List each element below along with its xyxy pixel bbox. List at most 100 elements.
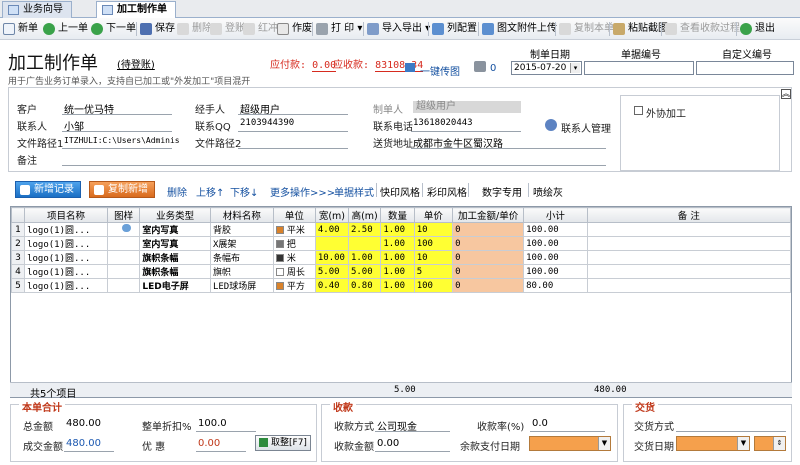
height-cell[interactable] [347,236,382,251]
add-record-button[interactable]: 新增记录 [15,181,81,198]
sample-cell[interactable] [106,236,141,251]
delivery-time-field[interactable]: ⇕ [754,436,786,451]
column-header[interactable]: 加工金额/单价 [452,207,525,223]
height-cell[interactable]: 0.80 [347,278,382,293]
material-cell[interactable]: LED球场屏 [209,278,274,293]
note-cell[interactable] [586,250,792,265]
height-cell[interactable]: 5.00 [347,264,382,279]
unit-cell[interactable]: 把 [272,236,316,251]
subtotal-cell[interactable]: 100.00 [523,250,588,265]
subtotal-cell[interactable]: 100.00 [523,222,588,237]
status-badge[interactable]: (待登账) [117,56,155,71]
path1-field[interactable]: ITZHULI:C:\Users\Adminis [64,136,180,145]
sample-cell[interactable] [106,250,141,265]
unit-cell[interactable]: 米 [272,250,316,265]
project-name-cell[interactable]: logo(1)圆... [24,236,108,251]
note-cell[interactable] [586,222,792,237]
table-row[interactable]: 3 logo(1)圆... 旗帜条幅 条幅布米 10.00 1.00 1.00 10 0 100.… [10,250,792,265]
sample-cell[interactable] [106,264,141,279]
unit-cell[interactable]: 平方 [272,278,316,293]
material-cell[interactable]: 条幅布 [209,250,274,265]
sample-cell[interactable] [106,278,141,293]
subtotal-cell[interactable]: 100.00 [523,264,588,279]
column-header[interactable]: 项目名称 [24,207,108,223]
style-inkjet-link[interactable]: 喷绘灰 [533,184,563,199]
void-button[interactable]: 作废 [276,21,312,37]
red-offset-button[interactable]: 红冲 [242,21,278,37]
column-config-button[interactable]: 列配置 [431,21,477,37]
column-header[interactable]: 高(m) [347,207,382,223]
login-button[interactable]: 登账 [209,21,245,37]
payment-amount-field[interactable]: 0.00 [377,438,399,449]
subtotal-cell[interactable]: 80.00 [523,278,588,293]
style-fast-print-link[interactable]: 快印风格 [380,184,420,199]
more-actions-link[interactable]: 更多操作>>> [270,184,335,199]
processing-amount-cell[interactable]: 0 [452,278,525,293]
quantity-cell[interactable]: 1.00 [380,236,415,251]
unit-cell[interactable]: 平米 [272,222,316,237]
row-number[interactable]: 1 [10,222,26,237]
custom-no-field[interactable] [696,61,794,75]
material-cell[interactable]: 旗帜 [209,264,274,279]
project-name-cell[interactable]: logo(1)圆... [24,264,108,279]
tab-processing-order[interactable]: 加工制作单 [96,1,176,19]
processing-amount-cell[interactable]: 0 [452,250,525,265]
outsource-checkbox[interactable] [634,106,643,115]
qq-field[interactable]: 2103944390 [240,118,294,128]
column-header[interactable]: 业务类型 [139,207,211,223]
quantity-cell[interactable]: 1.00 [380,264,415,279]
project-name-cell[interactable]: logo(1)圆... [24,250,108,265]
delete-button[interactable]: 删除 [176,21,212,37]
quantity-cell[interactable]: 1.00 [380,250,415,265]
sample-cell[interactable] [106,222,141,237]
phone-field[interactable]: 13618020443 [413,118,473,128]
move-down-link[interactable]: 下移↓ [230,184,258,199]
table-row[interactable]: 5 logo(1)圆... LED电子屏 LED球场屏 平方 0.40 0.80 1.00 10… [10,278,792,293]
material-cell[interactable]: 背胶 [209,222,274,237]
column-header[interactable]: 单价 [413,207,454,223]
row-number[interactable]: 3 [10,250,26,265]
deal-amount-field[interactable]: 480.00 [66,438,101,449]
project-name-cell[interactable]: logo(1)圆... [24,278,108,293]
one-click-upload-link[interactable]: 一键传图 [420,63,460,78]
new-button[interactable]: 新单 [2,21,38,37]
business-type-cell[interactable]: 旗帜条幅 [139,250,211,265]
column-header[interactable]: 单位 [272,207,316,223]
business-type-cell[interactable]: 室内写真 [139,236,211,251]
project-name-cell[interactable]: logo(1)圆... [24,222,108,237]
business-type-cell[interactable]: LED电子屏 [139,278,211,293]
note-cell[interactable] [586,278,792,293]
processing-amount-cell[interactable]: 0 [452,222,525,237]
style-color-print-link[interactable]: 彩印风格 [427,184,467,199]
printer-icon[interactable] [474,61,486,72]
copy-add-button[interactable]: 复制新增 [89,181,155,198]
column-header[interactable]: 小计 [523,207,588,223]
collapse-icon[interactable]: ︽ [781,89,791,99]
width-cell[interactable]: 0.40 [314,278,349,293]
date-dropdown-icon[interactable]: ▾ [570,63,580,73]
save-button[interactable]: 保存 [139,21,175,37]
quantity-cell[interactable]: 1.00 [380,278,415,293]
style-digital-link[interactable]: 数字专用 [482,184,522,199]
price-cell[interactable]: 10 [413,250,454,265]
height-cell[interactable]: 2.50 [347,222,382,237]
price-cell[interactable]: 100 [413,278,454,293]
next-button[interactable]: 下一单 [90,21,136,37]
business-type-cell[interactable]: 室内写真 [139,222,211,237]
balance-due-date-field[interactable]: ▼ [529,436,611,451]
width-cell[interactable]: 4.00 [314,222,349,237]
spinner-icon[interactable]: ⇕ [773,437,785,450]
row-number[interactable]: 4 [10,264,26,279]
view-receipts-button[interactable]: 查看收款过程 [664,21,740,37]
column-header[interactable]: 材料名称 [209,207,274,223]
discount-field[interactable]: 100.0 [198,418,227,429]
copy-order-button[interactable]: 复制本单 [558,21,614,37]
width-cell[interactable]: 5.00 [314,264,349,279]
column-header[interactable]: 图样 [106,207,141,223]
sample-image-icon[interactable] [121,224,131,232]
payment-rate-field[interactable]: 0.0 [532,418,548,429]
width-cell[interactable]: 10.00 [314,250,349,265]
attachment-upload-button[interactable]: 图文附件上传 [481,21,557,37]
price-cell[interactable]: 5 [413,264,454,279]
note-cell[interactable] [586,264,792,279]
